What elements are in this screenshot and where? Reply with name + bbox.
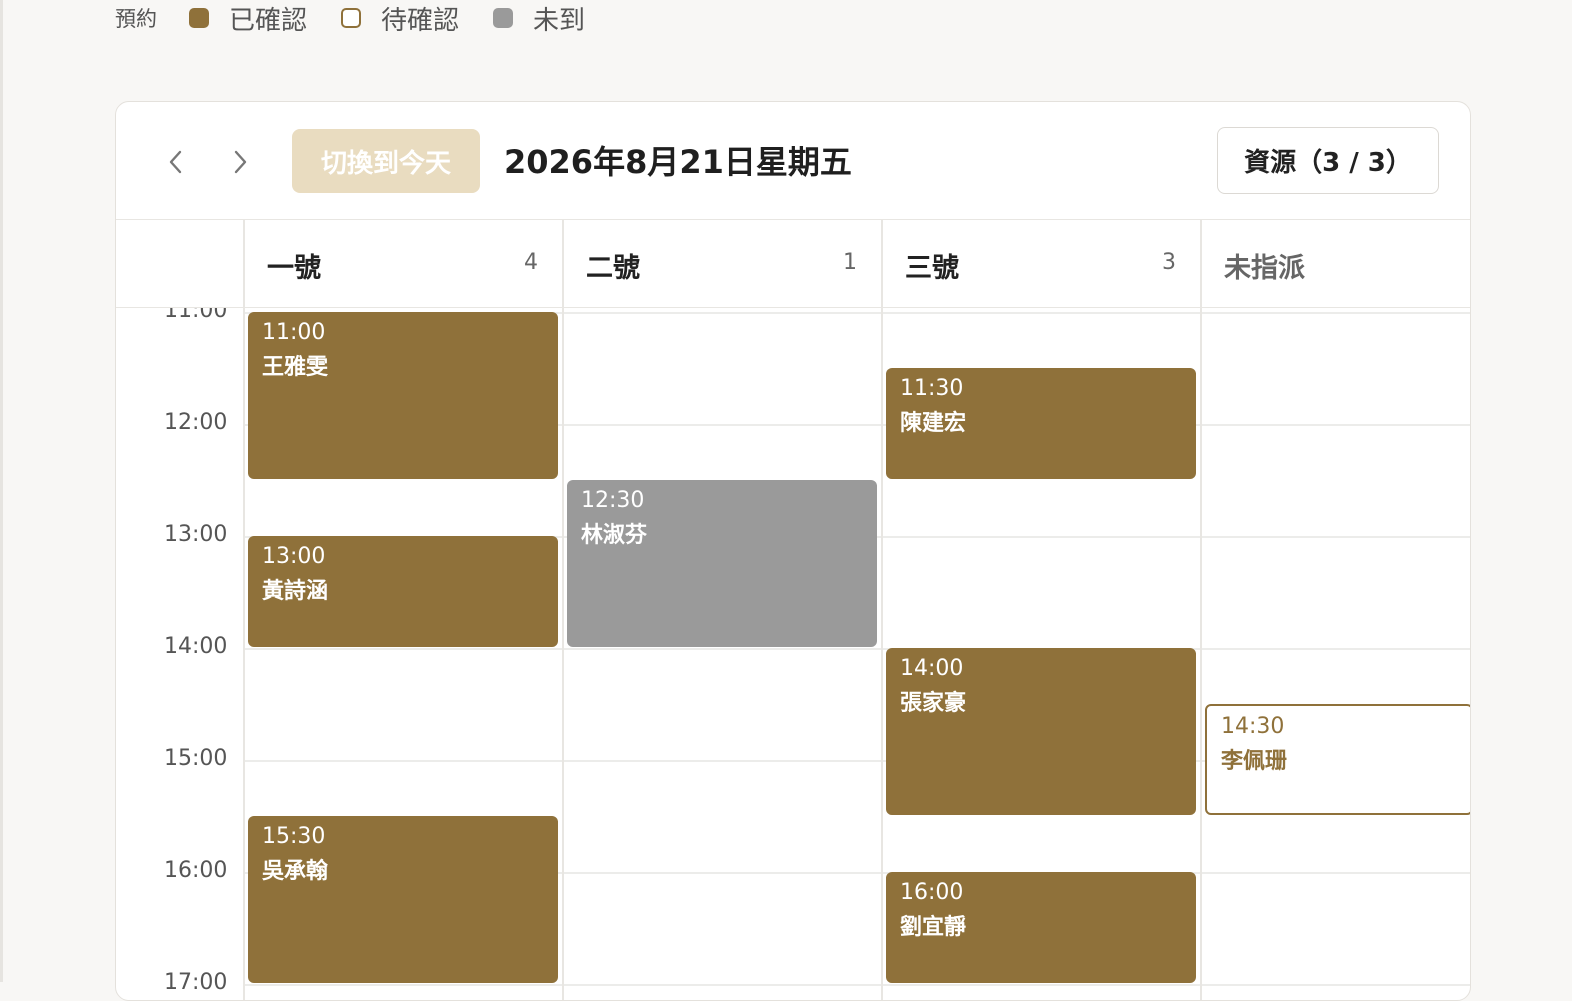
- prev-day-button[interactable]: [156, 142, 196, 182]
- event-client-name: 李佩珊: [1221, 749, 1288, 774]
- resource-booking-count: 1: [843, 250, 857, 275]
- date-title: 2026年8月21日星期五: [504, 143, 852, 181]
- event-time: 14:00: [900, 656, 964, 681]
- next-day-button[interactable]: [220, 142, 260, 182]
- time-label: 12:00: [164, 410, 228, 435]
- resource-column-header: 一號 4: [243, 220, 562, 308]
- appointment-event[interactable]: 14:00 張家豪: [886, 648, 1196, 815]
- today-button[interactable]: 切換到今天: [292, 129, 480, 193]
- appointment-event[interactable]: 16:00 劉宜靜: [886, 872, 1196, 983]
- appointment-event[interactable]: 13:00 黃詩涵: [248, 536, 558, 647]
- resources-button[interactable]: 資源（3 / 3）: [1217, 127, 1439, 194]
- legend-item: 已確認: [189, 0, 307, 37]
- chevron-right-icon: [234, 150, 247, 174]
- event-time: 13:00: [262, 544, 326, 569]
- resource-column-header: 未指派: [1200, 220, 1470, 308]
- time-label: 17:00: [164, 970, 228, 995]
- event-client-name: 陳建宏: [900, 411, 967, 436]
- appointment-event[interactable]: 11:30 陳建宏: [886, 368, 1196, 479]
- event-client-name: 林淑芬: [581, 523, 648, 548]
- resource-column-header: 三號 3: [881, 220, 1200, 308]
- legend-label: 已確認: [229, 5, 308, 36]
- column-divider: [243, 220, 245, 1000]
- event-time: 16:00: [900, 880, 964, 905]
- hour-gridline: [243, 984, 1470, 986]
- calendar-card: 切換到今天 2026年8月21日星期五 資源（3 / 3） 11:00 12:00…: [115, 101, 1471, 1001]
- legend-items: 已確認 待確認 未到: [189, 0, 619, 37]
- legend-swatch: [189, 8, 209, 28]
- event-client-name: 黃詩涵: [262, 579, 329, 604]
- event-client-name: 張家豪: [900, 691, 967, 716]
- time-label: 14:00: [164, 634, 228, 659]
- legend-label: 待確認: [381, 5, 460, 36]
- resource-name: 一號: [267, 253, 321, 284]
- legend-label: 未到: [533, 5, 586, 36]
- time-label: 16:00: [164, 858, 228, 883]
- resource-booking-count: 4: [524, 250, 538, 275]
- event-time: 14:30: [1221, 714, 1285, 739]
- event-client-name: 王雅雯: [262, 355, 329, 380]
- status-legend: 預約 已確認 待確認 未到: [115, 0, 619, 36]
- time-label: 11:00: [164, 308, 228, 323]
- schedule-body: 11:00 12:00 13:00 14:00 15:00 16:00 17:00 11:00…: [116, 308, 1470, 1000]
- appointment-event[interactable]: 11:00 王雅雯: [248, 312, 558, 479]
- event-client-name: 劉宜靜: [900, 915, 967, 940]
- column-divider: [881, 220, 883, 1000]
- legend-item: 未到: [493, 0, 585, 37]
- event-time: 15:30: [262, 824, 326, 849]
- event-client-name: 吳承翰: [262, 859, 329, 884]
- legend-swatch: [493, 8, 514, 28]
- appointment-event[interactable]: 15:30 吳承翰: [248, 816, 558, 983]
- event-time: 11:30: [900, 376, 964, 401]
- legend-title: 預約: [115, 7, 157, 31]
- chevron-left-icon: [169, 150, 182, 174]
- event-time: 12:30: [581, 488, 645, 513]
- time-column-header: [116, 220, 243, 308]
- calendar-toolbar: 切換到今天 2026年8月21日星期五 資源（3 / 3）: [116, 102, 1470, 220]
- appointment-event[interactable]: 12:30 林淑芬: [567, 480, 877, 647]
- legend-item: 待確認: [341, 0, 459, 37]
- column-divider: [1200, 220, 1202, 1000]
- appointment-event[interactable]: 14:30 李佩珊: [1205, 704, 1470, 815]
- legend-swatch: [341, 8, 362, 28]
- resource-column-header: 二號 1: [562, 220, 881, 308]
- resource-booking-count: 3: [1162, 250, 1176, 275]
- column-divider: [562, 220, 564, 1000]
- schedule-grid: 11:00 12:00 13:00 14:00 15:00 16:00 17:00 11:00…: [116, 220, 1470, 1000]
- event-time: 11:00: [262, 320, 326, 345]
- resource-name: 三號: [905, 253, 959, 284]
- resource-name: 二號: [586, 253, 640, 284]
- page-left-edge: [0, 0, 3, 982]
- time-label: 13:00: [164, 522, 228, 547]
- time-label: 15:00: [164, 746, 228, 771]
- resource-name: 未指派: [1224, 253, 1305, 284]
- hour-gridline: [243, 648, 1470, 650]
